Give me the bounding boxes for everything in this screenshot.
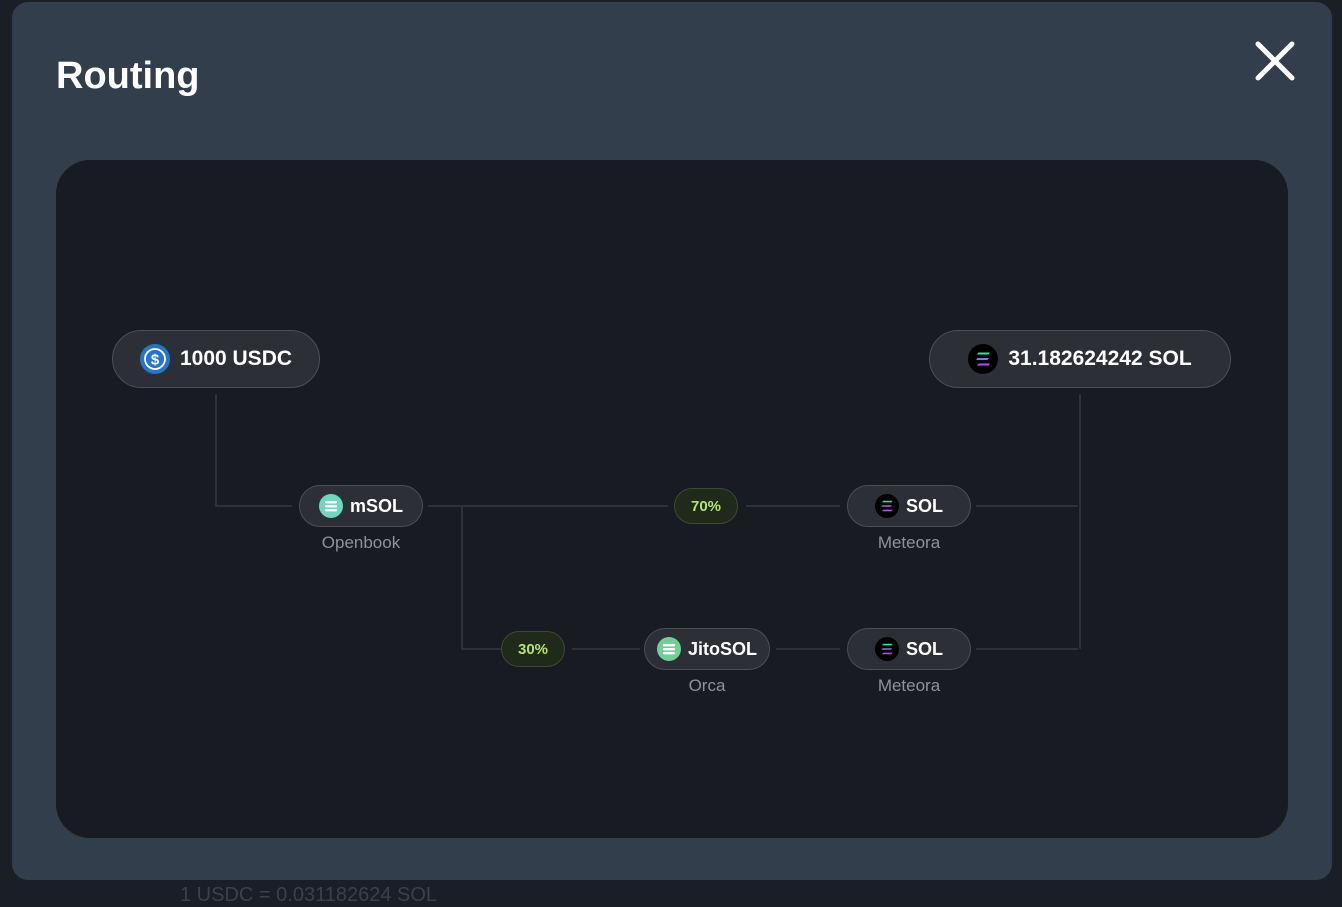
sol-icon	[968, 344, 999, 374]
top-hop1-dex: Openbook	[321, 533, 401, 552]
background-rate-text: 1 USDC = 0.031182624 SOL	[180, 884, 438, 906]
modal-title: Routing	[56, 55, 200, 97]
routing-modal: Routing $ 1000 USDC 31.182624242 SOL mSO…	[12, 2, 1332, 880]
top-split-badge: 70%	[674, 488, 738, 524]
input-token-pill: $ 1000 USDC	[112, 330, 320, 388]
jitosol-icon	[656, 637, 681, 661]
msol-icon	[318, 494, 343, 518]
usdc-icon: $	[139, 344, 170, 374]
bottom-hop1-dex: Orca	[688, 676, 726, 695]
bottom-hop2-dex: Meteora	[877, 676, 941, 695]
bottom-hop1-pill: JitoSOL	[644, 628, 770, 670]
sol-icon	[874, 637, 899, 661]
input-token-label: 1000 USDC	[179, 347, 293, 370]
route-diagram-panel: $ 1000 USDC 31.182624242 SOL mSOL Openbo…	[56, 160, 1288, 838]
bottom-split-badge: 30%	[501, 631, 565, 667]
top-hop2-pill: SOL	[847, 485, 971, 527]
sol-icon	[874, 494, 899, 518]
top-hop2-dex: Meteora	[877, 533, 941, 552]
svg-text:$: $	[151, 352, 160, 369]
top-hop2-token: SOL	[905, 495, 943, 516]
top-hop1-pill: mSOL	[299, 485, 423, 527]
route-connectors	[215, 394, 1081, 650]
bottom-hop2-token: SOL	[905, 638, 943, 659]
close-button[interactable]	[1250, 36, 1300, 86]
output-token-pill: 31.182624242 SOL	[929, 330, 1231, 388]
output-token-label: 31.182624242 SOL	[1008, 347, 1192, 370]
bottom-hop2-pill: SOL	[847, 628, 971, 670]
close-icon	[1255, 41, 1295, 81]
top-hop1-token: mSOL	[349, 495, 403, 516]
bottom-hop1-token: JitoSOL	[687, 638, 757, 659]
